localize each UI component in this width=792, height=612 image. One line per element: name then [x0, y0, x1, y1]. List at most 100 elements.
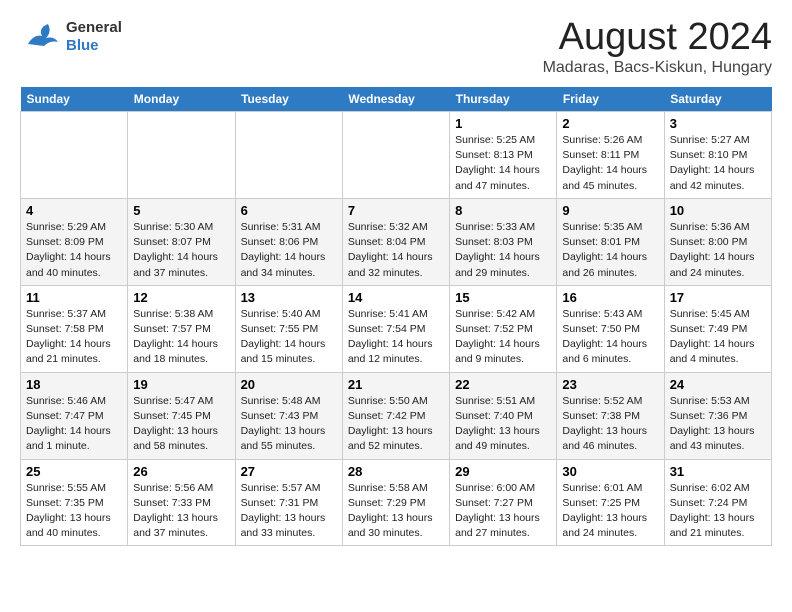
day-header-saturday: Saturday [664, 87, 771, 112]
date-number: 21 [348, 377, 444, 392]
cell-info: Sunrise: 5:36 AM Sunset: 8:00 PM Dayligh… [670, 220, 766, 281]
calendar-cell: 4 Sunrise: 5:29 AM Sunset: 8:09 PM Daylig… [21, 198, 128, 285]
calendar-cell: 7 Sunrise: 5:32 AM Sunset: 8:04 PM Daylig… [342, 198, 449, 285]
calendar-cell: 31Sunrise: 6:02 AM Sunset: 7:24 PM Dayli… [664, 459, 771, 546]
date-number: 27 [241, 464, 337, 479]
cell-info: Sunrise: 5:35 AM Sunset: 8:01 PM Dayligh… [562, 220, 658, 281]
calendar-cell [21, 112, 128, 199]
logo-svg [20, 16, 62, 58]
cell-info: Sunrise: 5:32 AM Sunset: 8:04 PM Dayligh… [348, 220, 444, 281]
day-header-tuesday: Tuesday [235, 87, 342, 112]
calendar-cell [235, 112, 342, 199]
calendar-cell: 2 Sunrise: 5:26 AM Sunset: 8:11 PM Daylig… [557, 112, 664, 199]
date-number: 13 [241, 290, 337, 305]
cell-info: Sunrise: 5:40 AM Sunset: 7:55 PM Dayligh… [241, 307, 337, 368]
calendar-cell: 16 Sunrise: 5:43 AM Sunset: 7:50 PM Dayli… [557, 285, 664, 372]
calendar-table: SundayMondayTuesdayWednesdayThursdayFrid… [20, 87, 772, 546]
cell-info: Sunrise: 5:51 AM Sunset: 7:40 PM Dayligh… [455, 394, 551, 455]
cell-info: Sunrise: 5:48 AM Sunset: 7:43 PM Dayligh… [241, 394, 337, 455]
date-number: 18 [26, 377, 122, 392]
cell-info: Sunrise: 5:56 AM Sunset: 7:33 PM Dayligh… [133, 481, 229, 542]
date-number: 15 [455, 290, 551, 305]
calendar-header: SundayMondayTuesdayWednesdayThursdayFrid… [21, 87, 772, 112]
cell-info: Sunrise: 5:41 AM Sunset: 7:54 PM Dayligh… [348, 307, 444, 368]
calendar-cell: 30Sunrise: 6:01 AM Sunset: 7:25 PM Dayli… [557, 459, 664, 546]
cell-info: Sunrise: 6:00 AM Sunset: 7:27 PM Dayligh… [455, 481, 551, 542]
cell-info: Sunrise: 5:27 AM Sunset: 8:10 PM Dayligh… [670, 133, 766, 194]
cell-info: Sunrise: 5:38 AM Sunset: 7:57 PM Dayligh… [133, 307, 229, 368]
date-number: 12 [133, 290, 229, 305]
logo: GeneralBlue [20, 16, 122, 58]
date-number: 20 [241, 377, 337, 392]
calendar-cell: 14Sunrise: 5:41 AM Sunset: 7:54 PM Dayli… [342, 285, 449, 372]
page-title: August 2024 [543, 16, 772, 59]
date-number: 5 [133, 203, 229, 218]
cell-info: Sunrise: 5:26 AM Sunset: 8:11 PM Dayligh… [562, 133, 658, 194]
day-header-friday: Friday [557, 87, 664, 112]
calendar-week-4: 18 Sunrise: 5:46 AM Sunset: 7:47 PM Dayli… [21, 372, 772, 459]
cell-info: Sunrise: 5:43 AM Sunset: 7:50 PM Dayligh… [562, 307, 658, 368]
date-number: 16 [562, 290, 658, 305]
cell-info: Sunrise: 5:58 AM Sunset: 7:29 PM Dayligh… [348, 481, 444, 542]
cell-info: Sunrise: 5:53 AM Sunset: 7:36 PM Dayligh… [670, 394, 766, 455]
cell-info: Sunrise: 5:52 AM Sunset: 7:38 PM Dayligh… [562, 394, 658, 455]
calendar-cell: 23 Sunrise: 5:52 AM Sunset: 7:38 PM Dayli… [557, 372, 664, 459]
calendar-cell: 20 Sunrise: 5:48 AM Sunset: 7:43 PM Dayli… [235, 372, 342, 459]
calendar-cell: 1 Sunrise: 5:25 AM Sunset: 8:13 PM Daylig… [450, 112, 557, 199]
cell-info: Sunrise: 5:57 AM Sunset: 7:31 PM Dayligh… [241, 481, 337, 542]
calendar-cell: 25Sunrise: 5:55 AM Sunset: 7:35 PM Dayli… [21, 459, 128, 546]
calendar-week-3: 11 Sunrise: 5:37 AM Sunset: 7:58 PM Dayli… [21, 285, 772, 372]
date-number: 23 [562, 377, 658, 392]
calendar-cell: 12 Sunrise: 5:38 AM Sunset: 7:57 PM Dayli… [128, 285, 235, 372]
cell-info: Sunrise: 5:37 AM Sunset: 7:58 PM Dayligh… [26, 307, 122, 368]
cell-info: Sunrise: 5:50 AM Sunset: 7:42 PM Dayligh… [348, 394, 444, 455]
date-number: 8 [455, 203, 551, 218]
calendar-week-2: 4 Sunrise: 5:29 AM Sunset: 8:09 PM Daylig… [21, 198, 772, 285]
date-number: 9 [562, 203, 658, 218]
cell-info: Sunrise: 5:30 AM Sunset: 8:07 PM Dayligh… [133, 220, 229, 281]
date-number: 26 [133, 464, 229, 479]
logo-text: GeneralBlue [66, 19, 122, 55]
cell-info: Sunrise: 5:46 AM Sunset: 7:47 PM Dayligh… [26, 394, 122, 455]
date-number: 7 [348, 203, 444, 218]
date-number: 2 [562, 116, 658, 131]
calendar-cell: 8 Sunrise: 5:33 AM Sunset: 8:03 PM Daylig… [450, 198, 557, 285]
cell-info: Sunrise: 5:45 AM Sunset: 7:49 PM Dayligh… [670, 307, 766, 368]
cell-info: Sunrise: 5:25 AM Sunset: 8:13 PM Dayligh… [455, 133, 551, 194]
calendar-cell: 21 Sunrise: 5:50 AM Sunset: 7:42 PM Dayli… [342, 372, 449, 459]
calendar-cell: 24 Sunrise: 5:53 AM Sunset: 7:36 PM Dayli… [664, 372, 771, 459]
cell-info: Sunrise: 5:29 AM Sunset: 8:09 PM Dayligh… [26, 220, 122, 281]
date-number: 4 [26, 203, 122, 218]
cell-info: Sunrise: 5:42 AM Sunset: 7:52 PM Dayligh… [455, 307, 551, 368]
calendar-cell: 17 Sunrise: 5:45 AM Sunset: 7:49 PM Dayli… [664, 285, 771, 372]
day-header-thursday: Thursday [450, 87, 557, 112]
date-number: 10 [670, 203, 766, 218]
date-number: 6 [241, 203, 337, 218]
calendar-cell: 15 Sunrise: 5:42 AM Sunset: 7:52 PM Dayli… [450, 285, 557, 372]
date-number: 29 [455, 464, 551, 479]
calendar-cell: 9 Sunrise: 5:35 AM Sunset: 8:01 PM Daylig… [557, 198, 664, 285]
calendar-cell: 28 Sunrise: 5:58 AM Sunset: 7:29 PM Dayli… [342, 459, 449, 546]
calendar-cell: 11 Sunrise: 5:37 AM Sunset: 7:58 PM Dayli… [21, 285, 128, 372]
cell-info: Sunrise: 5:33 AM Sunset: 8:03 PM Dayligh… [455, 220, 551, 281]
calendar-cell: 18 Sunrise: 5:46 AM Sunset: 7:47 PM Dayli… [21, 372, 128, 459]
page-subtitle: Madaras, Bacs-Kiskun, Hungary [543, 59, 772, 77]
calendar-week-5: 25Sunrise: 5:55 AM Sunset: 7:35 PM Dayli… [21, 459, 772, 546]
calendar-cell: 26 Sunrise: 5:56 AM Sunset: 7:33 PM Dayli… [128, 459, 235, 546]
date-number: 28 [348, 464, 444, 479]
date-number: 11 [26, 290, 122, 305]
calendar-cell: 3 Sunrise: 5:27 AM Sunset: 8:10 PM Daylig… [664, 112, 771, 199]
date-number: 3 [670, 116, 766, 131]
date-number: 24 [670, 377, 766, 392]
date-number: 17 [670, 290, 766, 305]
calendar-cell [342, 112, 449, 199]
calendar-cell: 10 Sunrise: 5:36 AM Sunset: 8:00 PM Dayli… [664, 198, 771, 285]
day-header-wednesday: Wednesday [342, 87, 449, 112]
calendar-cell: 5 Sunrise: 5:30 AM Sunset: 8:07 PM Daylig… [128, 198, 235, 285]
title-area: August 2024 Madaras, Bacs-Kiskun, Hungar… [543, 16, 772, 77]
calendar-cell: 22 Sunrise: 5:51 AM Sunset: 7:40 PM Dayli… [450, 372, 557, 459]
date-number: 1 [455, 116, 551, 131]
date-number: 22 [455, 377, 551, 392]
calendar-cell [128, 112, 235, 199]
calendar-cell: 6Sunrise: 5:31 AM Sunset: 8:06 PM Daylig… [235, 198, 342, 285]
